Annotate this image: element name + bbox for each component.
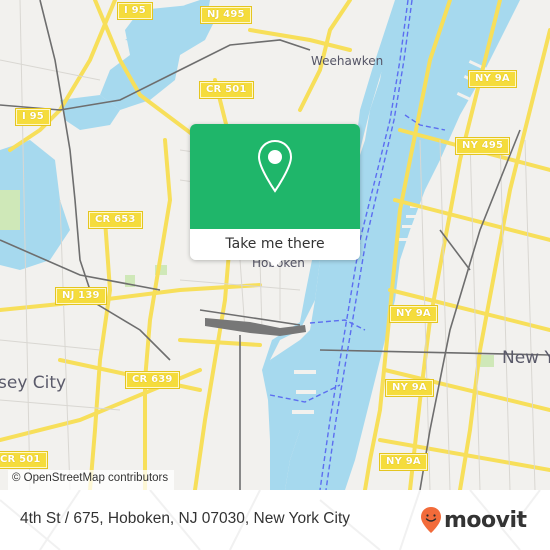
route-shield: CR 501 — [0, 451, 48, 469]
location-popup: Take me there — [190, 124, 360, 267]
route-shield: NY 9A — [389, 305, 438, 323]
place-label-weehawken: Weehawken — [311, 54, 384, 68]
route-shield: CR 639 — [125, 371, 180, 389]
popup-header — [190, 124, 360, 229]
moovit-logo[interactable]: moovit — [420, 505, 527, 535]
popup-footer: Take me there — [190, 229, 360, 260]
route-shield: NY 9A — [379, 453, 428, 471]
take-me-there-button[interactable]: Take me there — [190, 229, 360, 260]
place-label-new-york: New Y — [502, 348, 550, 368]
route-shield: NY 9A — [468, 70, 517, 88]
route-shield: I 95 — [117, 2, 153, 20]
route-shield: CR 501 — [199, 81, 254, 99]
popup-pointer — [266, 258, 284, 267]
map-pin-icon — [257, 139, 293, 193]
route-shield: NY 9A — [385, 379, 434, 397]
map-view[interactable]: I 95 NJ 495 CR 501 I 95 NY 9A NY 495 CR … — [0, 0, 550, 490]
route-shield: I 95 — [15, 108, 51, 126]
route-shield: NY 495 — [454, 137, 511, 155]
place-label-jersey-city: sey City — [0, 373, 67, 393]
map-attribution[interactable]: © OpenStreetMap contributors — [8, 470, 175, 490]
route-shield: NJ 139 — [55, 287, 107, 305]
route-shield: CR 653 — [88, 211, 143, 229]
brand-name: moovit — [444, 507, 527, 533]
address-text: 4th St / 675, Hoboken, NJ 07030, New Yor… — [20, 510, 350, 527]
moovit-smile-pin-icon — [421, 507, 441, 533]
route-shield: NJ 495 — [200, 6, 252, 24]
